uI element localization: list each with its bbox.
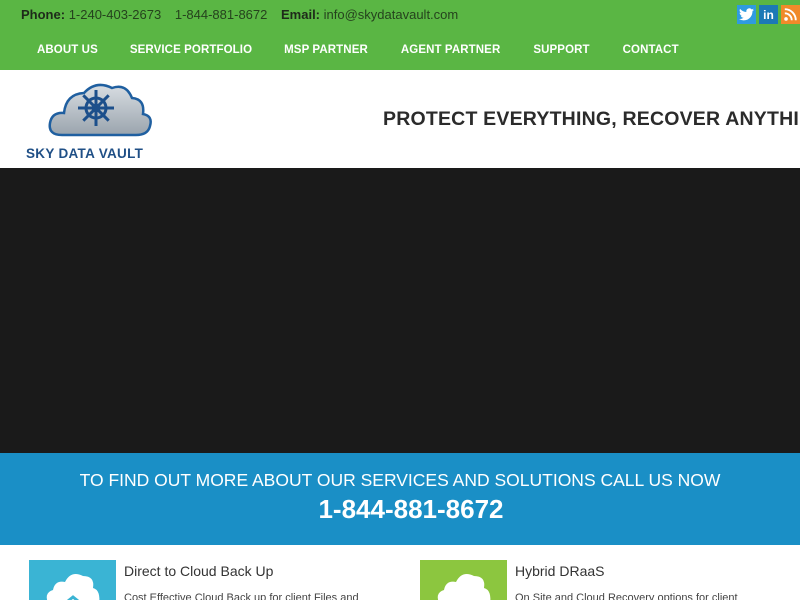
- email-label: Email:: [281, 7, 321, 22]
- services-section: Direct to Cloud Back Up Cost Effective C…: [0, 545, 800, 600]
- service-desc-hybrid-draas: On Site and Cloud Recovery options for c…: [515, 592, 738, 600]
- site-logo[interactable]: SKY DATA VAULT: [26, 78, 171, 161]
- twitter-icon[interactable]: [737, 5, 756, 24]
- nav-support[interactable]: SUPPORT: [533, 44, 589, 56]
- nav-msp-partner[interactable]: MSP PARTNER: [284, 44, 368, 56]
- service-title-hybrid-draas[interactable]: Hybrid DRaaS: [515, 563, 604, 579]
- service-desc-cloud-backup: Cost Effective Cloud Back up for client …: [124, 592, 359, 600]
- banner-phone[interactable]: 1-844-881-8672: [0, 494, 800, 525]
- main-nav: ABOUT US SERVICE PORTFOLIO MSP PARTNER A…: [0, 44, 679, 56]
- video-player[interactable]: [0, 168, 800, 453]
- logo-text: SKY DATA VAULT: [26, 146, 144, 161]
- nav-about-us[interactable]: ABOUT US: [37, 44, 98, 56]
- rss-icon[interactable]: [781, 5, 800, 24]
- nav-agent-partner[interactable]: AGENT PARTNER: [401, 44, 500, 56]
- tagline: PROTECT EVERYTHING, RECOVER ANYTHING: [383, 108, 800, 130]
- linkedin-icon[interactable]: in: [759, 5, 778, 24]
- service-title-cloud-backup[interactable]: Direct to Cloud Back Up: [124, 563, 273, 579]
- email-link[interactable]: info@skydatavault.com: [324, 7, 459, 22]
- top-bar: Phone: 1-240-403-2673 1-844-881-8672 Ema…: [0, 0, 800, 70]
- cloud-backup-icon[interactable]: [29, 560, 116, 600]
- call-banner: TO FIND OUT MORE ABOUT OUR SERVICES AND …: [0, 453, 800, 545]
- banner-text: TO FIND OUT MORE ABOUT OUR SERVICES AND …: [79, 470, 721, 490]
- phone-number-1[interactable]: 1-240-403-2673: [69, 7, 162, 22]
- cloud-vault-logo-icon: [48, 83, 152, 137]
- contact-info: Phone: 1-240-403-2673 1-844-881-8672 Ema…: [21, 7, 458, 22]
- nav-service-portfolio[interactable]: SERVICE PORTFOLIO: [130, 44, 252, 56]
- phone-label: Phone:: [21, 7, 66, 22]
- phone-number-2[interactable]: 1-844-881-8672: [175, 7, 268, 22]
- site-header: SKY DATA VAULT PROTECT EVERYTHING, RECOV…: [0, 70, 800, 168]
- cloud-hybrid-icon[interactable]: [420, 560, 507, 600]
- social-links: in: [737, 5, 800, 24]
- nav-contact[interactable]: CONTACT: [623, 44, 679, 56]
